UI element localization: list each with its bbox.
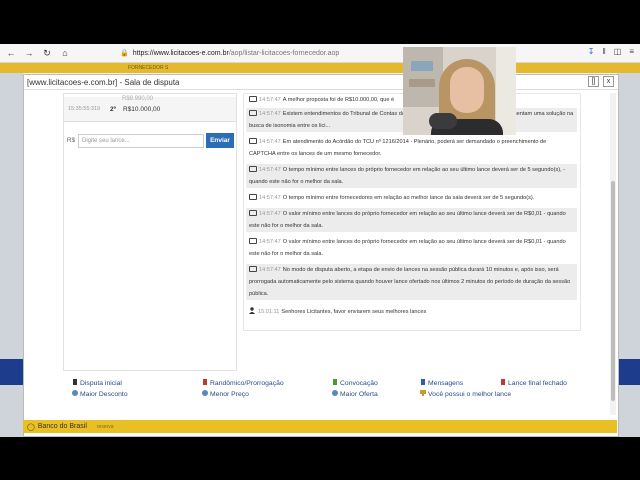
- webcam-book: [409, 79, 435, 87]
- modal-controls: [] x: [588, 76, 614, 87]
- bank-logo-icon: ◯: [27, 423, 35, 431]
- legend-highest-offer[interactable]: Maior Oferta: [332, 390, 378, 398]
- bank-name: Banco do Brasil: [37, 423, 87, 430]
- download-icon[interactable]: ↧: [588, 47, 595, 56]
- bid-time: 15:35:55:319: [68, 106, 101, 112]
- address-bar[interactable]: 🔒 https://www.licitacoes-e.com.br/aop/li…: [120, 47, 410, 59]
- bid-panel: R$9.990,00 15:35:55:319 2º R$10.000,00 R…: [63, 93, 237, 371]
- legend: Disputa inicial Randômico/Prorrogação Co…: [70, 378, 590, 402]
- document-red-icon: [501, 379, 505, 386]
- bid-position: 2º: [110, 106, 116, 113]
- message-item: 14:57:47 O tempo mínimo entre fornecedore…: [246, 192, 577, 204]
- url-text: https://www.licitacoes-e.com.br/aop/list…: [132, 49, 340, 57]
- legend-lowest-price[interactable]: Menor Preço: [202, 390, 249, 398]
- webcam-overlay: [403, 47, 516, 135]
- message-item: 14:57:47 O valor mínimo entre lances do p…: [246, 208, 577, 232]
- send-bid-button[interactable]: Enviar: [206, 133, 234, 148]
- scroll-thumb[interactable]: [611, 181, 615, 401]
- browser-toolbar: ← → ↻ ⌂ 🔒 https://www.licitacoes-e.com.b…: [0, 44, 640, 63]
- message-item: 15:01:11 Senhores Licitantes, favor envia…: [246, 306, 577, 318]
- document-icon: [73, 379, 77, 386]
- monitor-icon: [249, 193, 257, 200]
- modal-header: [www.licitacoes-e.com.br] - Sala de disp…: [24, 75, 618, 90]
- legend-messages[interactable]: Mensagens: [420, 379, 463, 387]
- restore-button[interactable]: []: [588, 76, 599, 87]
- message-item: 14:57:47 Em atendimento do Acórdão do TCU…: [249, 137, 547, 157]
- document-red-icon: [203, 379, 207, 386]
- footer-link[interactable]: reserva: [97, 424, 114, 430]
- webcam-book: [411, 61, 433, 71]
- monitor-icon: [249, 265, 257, 272]
- legend-biggest-discount[interactable]: Maior Desconto: [72, 390, 128, 398]
- close-button[interactable]: x: [603, 76, 614, 87]
- monitor-icon: [249, 95, 257, 102]
- site-tab-label: FORNECEDOR S: [128, 65, 169, 71]
- circle-icon: [72, 390, 78, 397]
- browser-right-tools: ↧ ‖ ◫ ≡: [588, 47, 634, 56]
- reload-icon[interactable]: ↻: [40, 46, 54, 60]
- webcam-microphone: [429, 113, 457, 129]
- site-header-strip: FORNECEDOR S: [0, 63, 640, 73]
- previous-bid-value: R$9.990,00: [122, 96, 154, 102]
- circle-icon: [332, 390, 338, 397]
- legend-summons[interactable]: Convocação: [332, 379, 378, 387]
- user-icon: [249, 307, 255, 315]
- trophy-icon: [420, 390, 426, 397]
- bid-form: R$ Digite seu lance... Enviar: [64, 132, 236, 149]
- webcam-person-face: [450, 67, 484, 113]
- legend-dispute-start[interactable]: Disputa inicial: [72, 379, 122, 387]
- home-icon[interactable]: ⌂: [58, 46, 72, 60]
- monitor-icon: [249, 109, 257, 116]
- monitor-icon: [249, 237, 257, 244]
- site-footer: ◯ Banco do Brasil reserva: [23, 420, 617, 433]
- bid-input[interactable]: Digite seu lance...: [78, 133, 204, 148]
- modal-title: [www.licitacoes-e.com.br] - Sala de disp…: [27, 77, 180, 87]
- webcam-wall: [496, 47, 516, 135]
- left-blue-band: [0, 359, 23, 385]
- document-green-icon: [333, 379, 337, 386]
- document-blue-icon: [421, 379, 425, 386]
- circle-icon: [202, 390, 208, 397]
- legend-you-have-best[interactable]: Você possui o melhor lance: [420, 390, 511, 398]
- monitor-icon: [249, 165, 257, 172]
- legend-random-extension[interactable]: Randômico/Prorrogação: [202, 379, 284, 387]
- message-item: 14:57:47 O tempo mínimo entre lances do p…: [246, 164, 577, 188]
- forward-arrow-icon[interactable]: →: [22, 46, 36, 60]
- legend-last-bid-closed[interactable]: Lance final fechado: [500, 379, 567, 387]
- currency-label: R$: [66, 137, 76, 144]
- bid-value: R$10.000,00: [123, 106, 161, 113]
- monitor-icon: [249, 209, 257, 216]
- library-icon[interactable]: ‖: [602, 47, 605, 56]
- monitor-icon: [249, 137, 257, 144]
- menu-icon[interactable]: ≡: [629, 47, 634, 56]
- message-item: 14:57:47 O valor mínimo entre lances do p…: [249, 237, 566, 257]
- bid-row: R$9.990,00 15:35:55:319 2º R$10.000,00: [64, 96, 236, 122]
- right-blue-band: [617, 359, 640, 385]
- message-item: 14:57:47 No modo de disputa aberto, a eta…: [246, 264, 577, 300]
- dispute-room-modal: [www.licitacoes-e.com.br] - Sala de disp…: [23, 74, 619, 437]
- webcam-bookshelf: [403, 47, 443, 107]
- sidebar-icon[interactable]: ◫: [614, 47, 622, 56]
- modal-scrollbar[interactable]: [610, 93, 616, 415]
- lock-icon: 🔒: [120, 50, 129, 57]
- back-arrow-icon[interactable]: ←: [4, 46, 18, 60]
